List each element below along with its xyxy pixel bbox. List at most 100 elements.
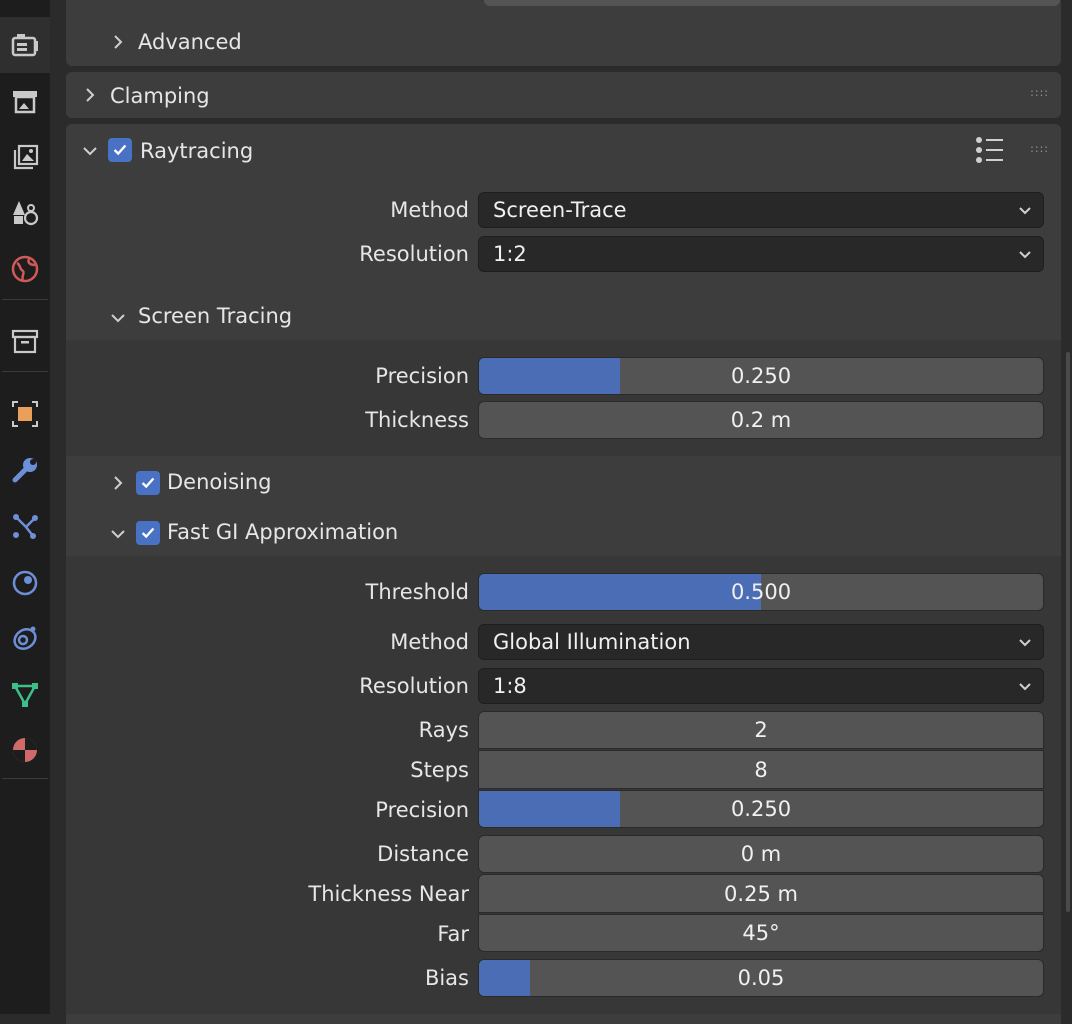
scene-properties-icon — [13, 201, 39, 226]
presets-list-icon[interactable] — [975, 136, 1005, 164]
fast-gi-steps-field[interactable]: 8 — [478, 750, 1044, 789]
far-label: Far — [437, 922, 469, 946]
screen-tracing-label: Screen Tracing — [138, 304, 293, 328]
raytracing-resolution-value: 1:2 — [493, 242, 527, 266]
gi-method-value: Global Illumination — [493, 630, 691, 654]
checkmark-icon — [113, 144, 127, 156]
chevron-right-icon — [114, 476, 123, 490]
gi-method-label: Method — [390, 630, 469, 654]
fast-gi-method-dropdown[interactable]: Global Illumination — [478, 624, 1044, 660]
drag-handle-icon[interactable]: :::: — [1030, 142, 1049, 155]
render-properties-tab[interactable] — [0, 17, 50, 73]
render-properties-icon — [11, 34, 38, 57]
denoising-checkbox[interactable] — [136, 471, 160, 495]
thickness-near-label: Thickness Near — [308, 882, 469, 906]
particle-properties-icon — [13, 514, 38, 539]
checkmark-icon — [141, 477, 155, 489]
view-layer-properties-tab[interactable] — [0, 129, 50, 185]
fast-gi-resolution-dropdown[interactable]: 1:8 — [478, 668, 1044, 704]
tab-separator — [2, 371, 48, 372]
fast-gi-label: Fast GI Approximation — [167, 520, 399, 544]
raytracing-checkbox[interactable] — [108, 138, 132, 162]
screen-tracing-precision-slider[interactable]: 0.250 — [478, 357, 1044, 395]
precision-value: 0.250 — [730, 364, 792, 388]
rays-label: Rays — [418, 718, 469, 742]
material-properties-tab[interactable] — [0, 722, 50, 778]
chevron-right-icon — [114, 35, 123, 49]
object-constraint-properties-tab[interactable] — [0, 610, 50, 666]
method-label: Method — [390, 198, 469, 222]
object-properties-tab[interactable] — [0, 386, 50, 442]
chevron-down-icon — [111, 530, 125, 539]
physics-properties-icon — [12, 570, 38, 596]
steps-value: 8 — [754, 757, 768, 782]
far-value: 45° — [742, 921, 780, 945]
fast-gi-thickness-near-field[interactable]: 0.25 m — [478, 874, 1044, 913]
precision-label: Precision — [375, 364, 469, 388]
modifier-properties-tab[interactable] — [0, 442, 50, 498]
world-properties-tab[interactable] — [0, 241, 50, 297]
raytracing-method-dropdown[interactable]: Screen-Trace — [478, 192, 1044, 228]
output-properties-tab[interactable] — [0, 73, 50, 129]
world-properties-icon — [11, 255, 39, 283]
clamping-label: Clamping — [110, 84, 210, 108]
object-constraint-properties-icon — [13, 626, 37, 650]
gi-precision-value: 0.250 — [730, 797, 792, 821]
denoising-subpanel-header[interactable]: Denoising — [66, 464, 1061, 504]
object-data-properties-tab[interactable] — [0, 666, 50, 722]
advanced-label: Advanced — [138, 30, 242, 54]
physics-properties-tab[interactable] — [0, 554, 50, 610]
object-data-properties-icon — [12, 683, 38, 707]
chevron-down-icon — [1019, 639, 1031, 647]
fast-gi-distance-field[interactable]: 0 m — [478, 835, 1044, 873]
denoising-label: Denoising — [167, 470, 272, 494]
fast-gi-far-field[interactable]: 45° — [478, 914, 1044, 952]
tab-separator — [2, 299, 48, 300]
chevron-down-icon[interactable] — [80, 141, 100, 161]
chevron-right-icon — [86, 88, 95, 102]
screen-tracing-subpanel-header[interactable]: Screen Tracing — [66, 298, 1061, 338]
chevron-down-icon — [1019, 683, 1031, 691]
collection-properties-icon — [11, 329, 39, 354]
checkmark-icon — [141, 527, 155, 539]
gi-resolution-label: Resolution — [359, 674, 469, 698]
properties-tab-bar — [0, 0, 50, 1014]
bias-label: Bias — [424, 966, 469, 990]
tab-separator — [2, 778, 48, 779]
raytracing-label: Raytracing — [140, 139, 254, 163]
screen-tracing-thickness-field[interactable]: 0.2 m — [478, 401, 1044, 439]
thickness-label: Thickness — [365, 408, 469, 432]
threshold-value: 0.500 — [730, 580, 792, 604]
modifier-properties-icon — [12, 458, 37, 483]
clamping-panel-header[interactable]: Clamping :::: — [66, 72, 1061, 118]
fast-gi-rays-field[interactable]: 2 — [478, 711, 1044, 749]
particle-properties-tab[interactable] — [0, 498, 50, 554]
advanced-subpanel-header[interactable]: Advanced — [66, 24, 1061, 60]
scene-properties-tab[interactable] — [0, 185, 50, 241]
distance-value: 0 m — [740, 842, 782, 866]
rays-value: 2 — [754, 718, 768, 742]
field-remnant — [484, 0, 1060, 6]
chevron-down-icon — [1019, 251, 1031, 259]
raytracing-resolution-dropdown[interactable]: 1:2 — [478, 236, 1044, 272]
threshold-label: Threshold — [365, 580, 470, 604]
drag-handle-icon[interactable]: :::: — [1030, 86, 1049, 99]
fast-gi-threshold-slider[interactable]: 0.500 — [478, 573, 1044, 611]
output-properties-icon — [13, 91, 37, 114]
fast-gi-precision-slider[interactable]: 0.250 — [478, 790, 1044, 828]
object-properties-icon — [12, 401, 38, 427]
fast-gi-subpanel-header[interactable]: Fast GI Approximation — [66, 514, 1061, 554]
scrollbar[interactable] — [1066, 352, 1070, 912]
steps-label: Steps — [410, 758, 469, 782]
fast-gi-checkbox[interactable] — [136, 521, 160, 545]
fast-gi-bias-slider[interactable]: 0.05 — [478, 959, 1044, 997]
resolution-label: Resolution — [359, 242, 469, 266]
collection-properties-tab[interactable] — [0, 313, 50, 369]
thickness-value: 0.2 m — [730, 408, 792, 432]
view-layer-properties-icon — [13, 144, 39, 170]
raytracing-method-value: Screen-Trace — [493, 198, 627, 222]
properties-editor: Advanced Clamping :::: Raytracing :::: M… — [50, 0, 1072, 1024]
chevron-down-icon — [111, 314, 125, 323]
bias-value: 0.05 — [737, 966, 785, 990]
gi-precision-label: Precision — [375, 798, 469, 822]
